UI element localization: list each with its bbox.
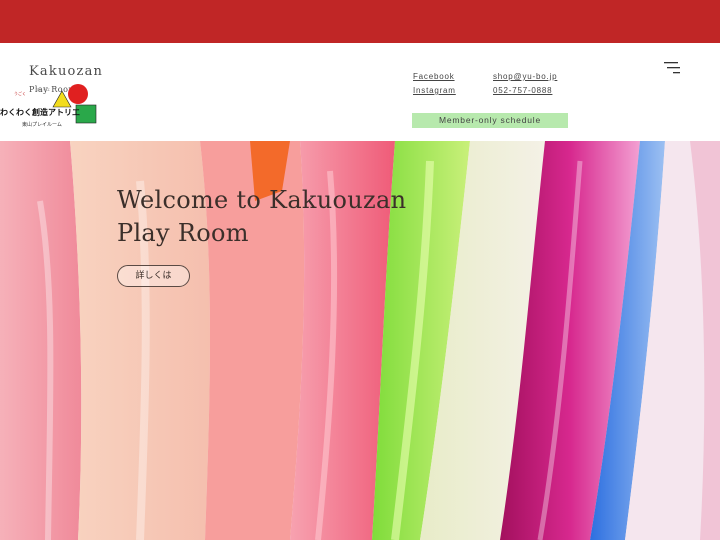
facebook-link[interactable]: Facebook [413,72,455,81]
hero-title: Welcome to Kakuouzan Play Room [117,186,407,247]
email-link[interactable]: shop@yu-bo.jp [493,72,557,81]
top-color-bar [0,0,720,43]
hero-section: Welcome to Kakuouzan Play Room 詳しくは [0,141,720,540]
svg-text:わくわく創造アトリエ: わくわく創造アトリエ [0,107,80,117]
member-schedule-button[interactable]: Member-only schedule [412,113,568,128]
instagram-link[interactable]: Instagram [413,86,456,95]
atelier-logo[interactable]: うごく アトリエ わくわく創造アトリエ 東山プレイルーム [0,83,100,133]
site-header: Kakuozan Play Room うごく アトリエ わくわく創造アトリエ 東… [0,43,720,141]
svg-text:アトリエ: アトリエ [36,87,50,92]
menu-icon[interactable] [662,59,682,75]
site-name[interactable]: Kakuozan [29,64,103,79]
logo-caption: 東山プレイルーム [22,121,62,128]
details-button[interactable]: 詳しくは [117,265,190,287]
svg-text:うごく: うごく [14,90,26,96]
phone-link[interactable]: 052-757-0888 [493,86,552,95]
